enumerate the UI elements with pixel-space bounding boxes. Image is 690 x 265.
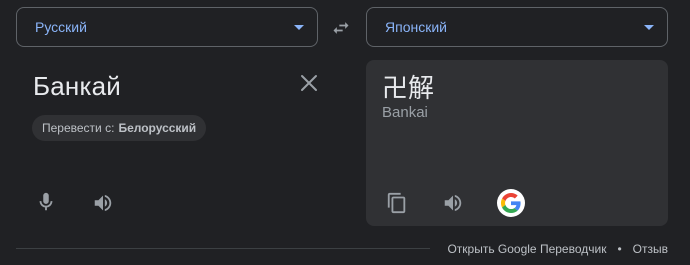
detected-language-chip[interactable]: Перевести с: Белорусский	[32, 115, 207, 141]
translation-text: 卍解	[382, 73, 435, 103]
copy-icon	[387, 192, 406, 214]
speaker-icon	[444, 194, 462, 212]
source-language-select[interactable]: Русский	[16, 7, 318, 47]
google-icon	[501, 193, 521, 213]
footer: Открыть Google Переводчик • Отзыв	[447, 242, 668, 256]
open-translate-link[interactable]: Открыть Google Переводчик	[447, 242, 606, 256]
copy-translation-button[interactable]	[383, 189, 411, 217]
speaker-icon	[94, 194, 112, 212]
chevron-down-icon	[294, 25, 304, 30]
footer-separator: •	[617, 242, 622, 256]
detected-language: Белорусский	[118, 121, 197, 135]
clear-button[interactable]	[297, 71, 321, 95]
transliteration-text: Bankai	[382, 104, 428, 121]
translate-widget: Русский Японский Банкай Перевести с: Бел…	[0, 0, 690, 265]
source-text[interactable]: Банкай	[33, 71, 121, 102]
swap-languages-button[interactable]	[328, 15, 354, 41]
translation-result-card: 卍解 Bankai	[366, 60, 668, 226]
mic-icon	[39, 192, 53, 211]
chevron-down-icon	[644, 25, 654, 30]
target-language-select[interactable]: Японский	[366, 7, 668, 47]
source-language-label: Русский	[35, 19, 87, 35]
voice-input-button[interactable]	[32, 188, 60, 216]
swap-icon	[333, 22, 349, 34]
feedback-link[interactable]: Отзыв	[633, 242, 668, 256]
listen-source-button[interactable]	[89, 189, 117, 217]
footer-divider	[16, 248, 430, 249]
target-language-label: Японский	[385, 19, 447, 35]
listen-translation-button[interactable]	[439, 189, 467, 217]
detect-prefix: Перевести с:	[42, 121, 115, 135]
google-search-button[interactable]	[497, 189, 525, 217]
close-icon	[301, 75, 317, 91]
